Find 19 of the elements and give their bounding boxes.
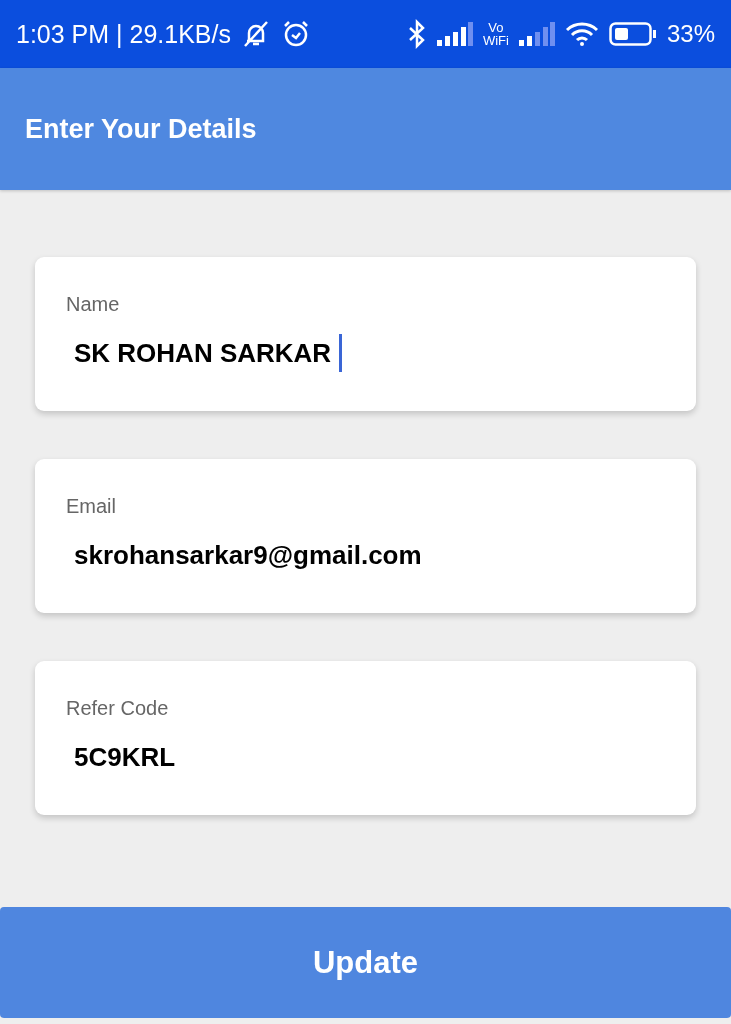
wifi-icon xyxy=(564,21,599,47)
status-time: 1:03 PM | 29.1KB/s xyxy=(16,19,231,49)
input-field[interactable]: Name SK ROHAN SARKAR xyxy=(35,257,696,411)
battery-icon xyxy=(608,22,657,46)
battery-percent: 33% xyxy=(666,20,715,48)
page-title: Enter Your Details xyxy=(25,113,257,145)
volte-label: Vo xyxy=(488,21,504,34)
update-button[interactable]: Update xyxy=(0,907,731,1018)
field-label: Name xyxy=(66,293,121,316)
field-value: skrohansarkar9@gmail.com xyxy=(74,539,422,571)
input-field[interactable]: Email skrohansarkar9@gmail.com xyxy=(35,459,696,613)
field-label: Email xyxy=(66,495,117,518)
wifi-calling-label: WiFi xyxy=(482,34,509,47)
signal-icon xyxy=(436,22,473,46)
input-field[interactable]: Refer Code 5C9KRL xyxy=(35,661,696,815)
field-value: SK ROHAN SARKAR xyxy=(74,337,332,369)
field-value: 5C9KRL xyxy=(74,741,176,773)
signal-icon xyxy=(518,22,555,46)
field-label: Refer Code xyxy=(66,697,170,720)
